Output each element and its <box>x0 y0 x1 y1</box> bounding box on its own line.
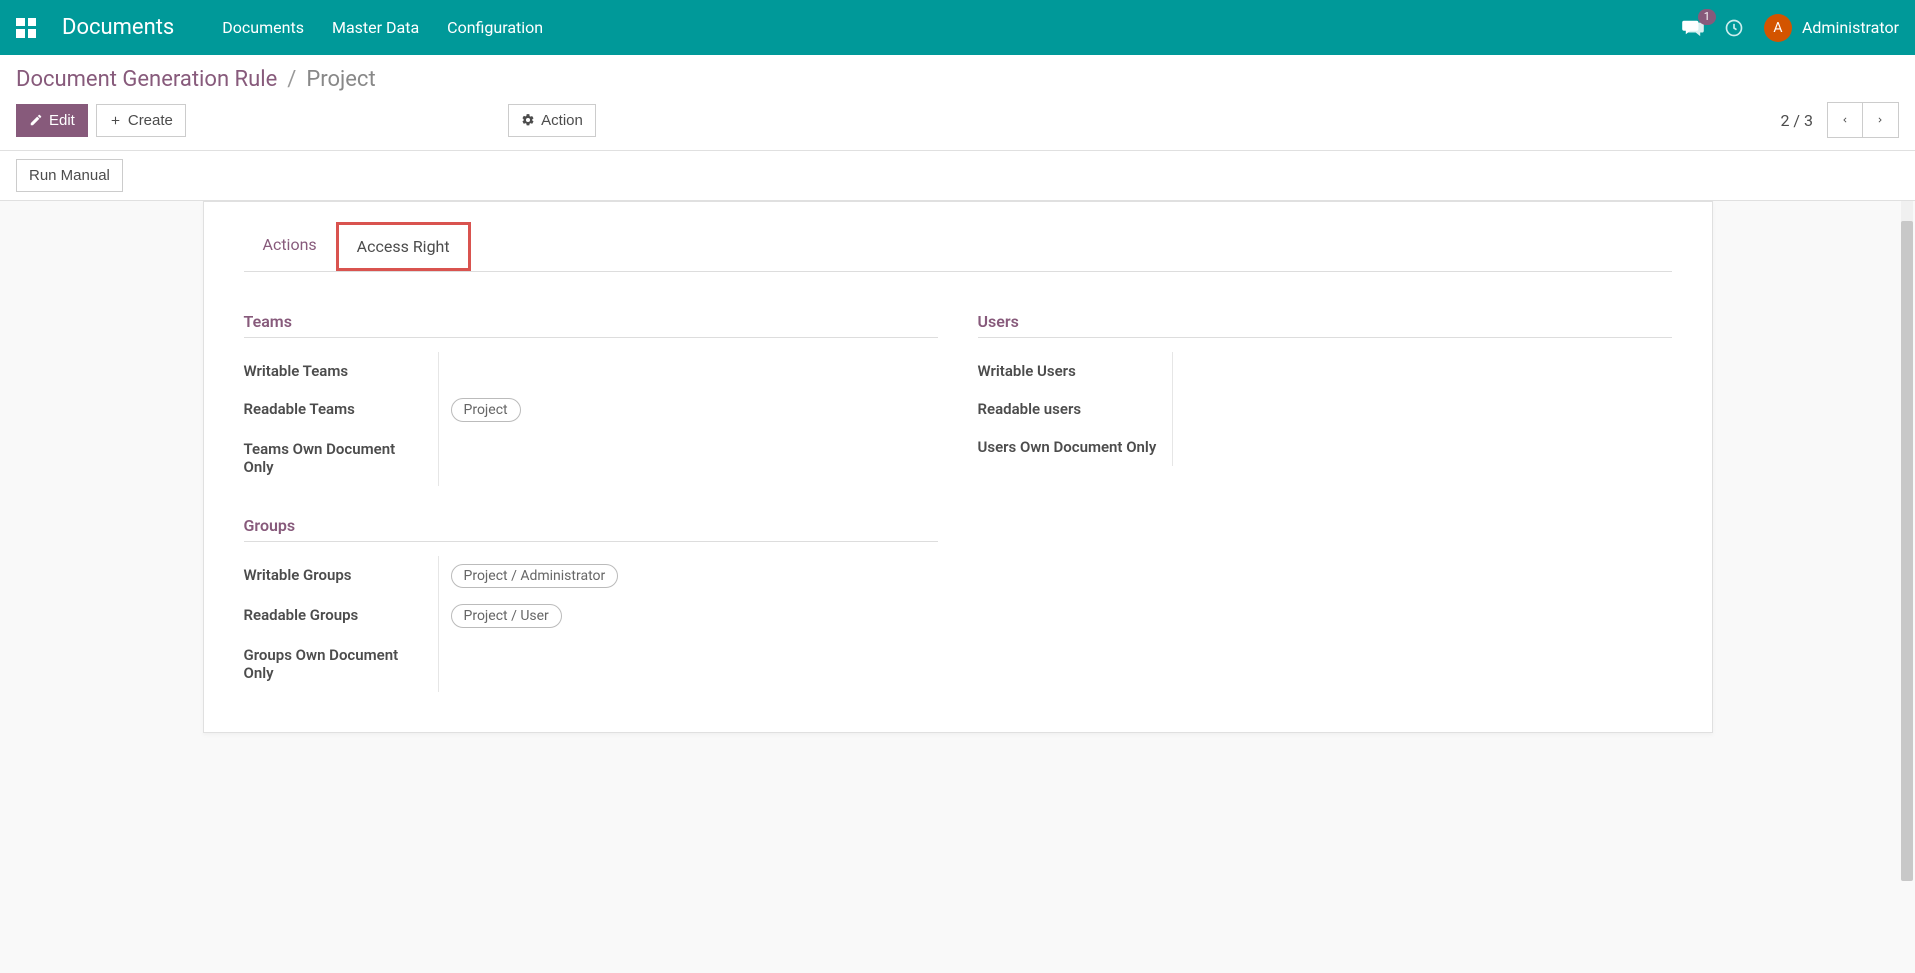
avatar: A <box>1764 14 1792 42</box>
run-manual-button[interactable]: Run Manual <box>16 159 123 192</box>
label-groups-own: Groups Own Document Only <box>244 636 439 692</box>
brand-title[interactable]: Documents <box>62 15 174 40</box>
section-title-users: Users <box>978 312 1672 338</box>
run-manual-label: Run Manual <box>29 167 110 184</box>
tab-actions[interactable]: Actions <box>244 222 336 271</box>
apps-icon[interactable] <box>16 18 36 38</box>
label-readable-users: Readable users <box>978 390 1173 428</box>
pager-nav <box>1827 102 1899 138</box>
create-button-label: Create <box>128 112 173 129</box>
chat-badge: 1 <box>1698 9 1716 25</box>
value-readable-users <box>1173 390 1672 428</box>
action-button[interactable]: Action <box>508 104 596 137</box>
tag-writable-groups-0[interactable]: Project / Administrator <box>451 564 619 588</box>
fields-teams: Writable Teams Readable Teams Project Te… <box>244 352 938 486</box>
chevron-right-icon <box>1875 113 1885 127</box>
section-title-teams: Teams <box>244 312 938 338</box>
col-right: Users Writable Users Readable users User… <box>978 302 1672 692</box>
scrollbar-thumb[interactable] <box>1901 221 1913 881</box>
value-readable-groups: Project / User <box>439 596 938 636</box>
breadcrumb-sep: / <box>287 67 296 92</box>
value-teams-own <box>439 430 938 486</box>
tab-access-right[interactable]: Access Right <box>336 222 471 271</box>
gear-icon <box>521 113 535 127</box>
label-users-own: Users Own Document Only <box>978 428 1173 466</box>
clock-icon[interactable] <box>1724 18 1744 38</box>
label-teams-own: Teams Own Document Only <box>244 430 439 486</box>
status-bar: Run Manual <box>0 151 1915 201</box>
nav-menu-documents[interactable]: Documents <box>222 18 304 37</box>
navbar-right: 1 A Administrator <box>1682 14 1899 42</box>
label-writable-users: Writable Users <box>978 352 1173 390</box>
create-button[interactable]: Create <box>96 104 186 137</box>
label-writable-groups: Writable Groups <box>244 556 439 596</box>
fields-groups: Writable Groups Project / Administrator … <box>244 556 938 692</box>
tag-readable-teams-0[interactable]: Project <box>451 398 521 422</box>
breadcrumb: Document Generation Rule / Project <box>16 67 1899 92</box>
tag-readable-groups-0[interactable]: Project / User <box>451 604 562 628</box>
fields-users: Writable Users Readable users Users Own … <box>978 352 1672 466</box>
user-name: Administrator <box>1802 18 1899 37</box>
user-menu[interactable]: A Administrator <box>1764 14 1899 42</box>
edit-button[interactable]: Edit <box>16 104 88 137</box>
value-writable-teams <box>439 352 938 390</box>
nav-menu-configuration[interactable]: Configuration <box>447 18 543 37</box>
pager-text[interactable]: 2 / 3 <box>1780 111 1813 130</box>
action-button-label: Action <box>541 112 583 129</box>
section-title-groups: Groups <box>244 516 938 542</box>
breadcrumb-parent[interactable]: Document Generation Rule <box>16 67 277 92</box>
control-right: 2 / 3 <box>1780 102 1899 138</box>
control-left: Edit Create <box>16 104 186 137</box>
nav-menu-master-data[interactable]: Master Data <box>332 18 419 37</box>
control-panel: Document Generation Rule / Project Edit … <box>0 55 1915 151</box>
label-readable-groups: Readable Groups <box>244 596 439 636</box>
pager-next-button[interactable] <box>1863 102 1899 138</box>
tab-bar: Actions Access Right <box>244 222 1672 272</box>
control-row: Edit Create Action 2 / 3 <box>16 102 1899 138</box>
scrollbar[interactable] <box>1901 201 1913 753</box>
nav-menu: Documents Master Data Configuration <box>222 18 543 37</box>
value-groups-own <box>439 636 938 692</box>
value-writable-groups: Project / Administrator <box>439 556 938 596</box>
label-writable-teams: Writable Teams <box>244 352 439 390</box>
label-readable-teams: Readable Teams <box>244 390 439 430</box>
value-readable-teams: Project <box>439 390 938 430</box>
edit-button-label: Edit <box>49 112 75 129</box>
navbar-left: Documents Documents Master Data Configur… <box>16 15 543 40</box>
pencil-icon <box>29 113 43 127</box>
value-writable-users <box>1173 352 1672 390</box>
pager-prev-button[interactable] <box>1827 102 1863 138</box>
plus-icon <box>109 114 122 127</box>
control-center: Action <box>508 104 596 137</box>
top-navbar: Documents Documents Master Data Configur… <box>0 0 1915 55</box>
form-columns: Teams Writable Teams Readable Teams Proj… <box>244 302 1672 692</box>
value-users-own <box>1173 428 1672 466</box>
form-sheet: Actions Access Right Teams Writable Team… <box>203 201 1713 733</box>
sheet-wrap: Actions Access Right Teams Writable Team… <box>0 201 1915 753</box>
col-left: Teams Writable Teams Readable Teams Proj… <box>244 302 938 692</box>
breadcrumb-current: Project <box>306 67 375 92</box>
chat-icon[interactable]: 1 <box>1682 19 1704 37</box>
chevron-left-icon <box>1840 113 1850 127</box>
